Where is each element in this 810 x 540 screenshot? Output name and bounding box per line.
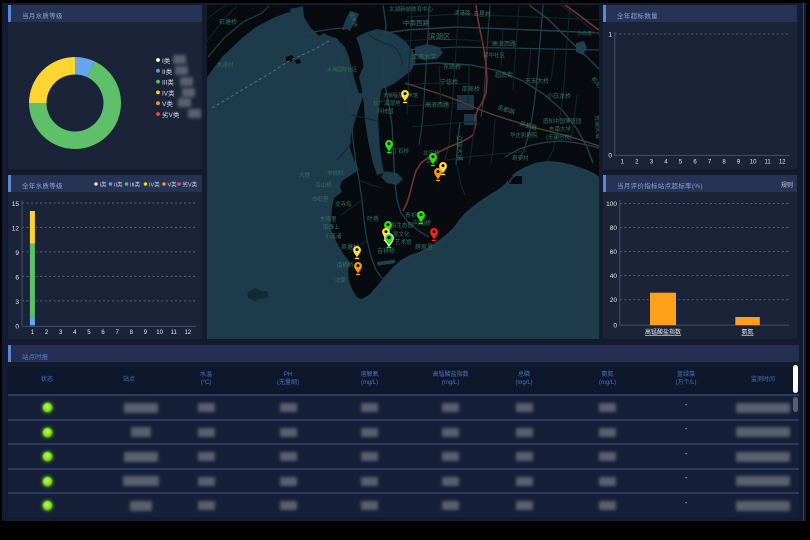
svg-text:南泰上: 南泰上	[323, 223, 340, 231]
svg-text:宁信桥: 宁信桥	[440, 78, 458, 86]
svg-text:II类: II类	[162, 67, 173, 76]
svg-text:10: 10	[156, 330, 163, 336]
svg-text:长广溪湿地: 长广溪湿地	[373, 99, 401, 107]
svg-text:邵家桥: 邵家桥	[462, 85, 480, 93]
svg-text:100: 100	[606, 201, 617, 208]
svg-text:V类: V类	[162, 99, 173, 108]
svg-text:超南街: 超南街	[495, 71, 513, 79]
svg-text:太湖新城体育中心: 太湖新城体育中心	[389, 5, 434, 13]
svg-text:1: 1	[621, 160, 625, 166]
svg-text:III类: III类	[130, 181, 141, 189]
svg-text:东鸡里: 东鸡里	[320, 215, 337, 223]
svg-text:7: 7	[708, 160, 712, 166]
svg-text:劣V类: 劣V类	[162, 110, 180, 119]
svg-text:大堤: 大堤	[299, 171, 311, 179]
svg-text:6: 6	[693, 160, 697, 166]
svg-text:(无锡分校): (无锡分校)	[546, 133, 572, 141]
svg-text:5: 5	[87, 330, 91, 336]
svg-text:高浪西路: 高浪西路	[492, 40, 516, 48]
svg-text:II类: II类	[114, 181, 123, 189]
svg-text:小溪渚: 小溪渚	[325, 232, 342, 240]
svg-text:江南大学: 江南大学	[412, 53, 436, 61]
svg-text:12: 12	[779, 160, 786, 166]
svg-text:龙寺坞: 龙寺坞	[335, 200, 352, 208]
svg-text:7: 7	[116, 330, 120, 336]
svg-text:4: 4	[73, 330, 77, 336]
svg-text:羊岐村: 羊岐村	[327, 169, 344, 177]
svg-text:11: 11	[171, 330, 178, 336]
svg-text:小白龙桥: 小白龙桥	[547, 92, 571, 100]
svg-text:20: 20	[610, 297, 618, 304]
svg-text:小白龙: 小白龙	[577, 30, 592, 37]
svg-text:IV类: IV类	[162, 88, 175, 97]
svg-text:2: 2	[635, 160, 639, 166]
svg-text:大浮村: 大浮村	[217, 61, 234, 69]
svg-text:1: 1	[31, 330, 35, 336]
svg-text:艺术馆: 艺术馆	[395, 238, 412, 246]
svg-text:渎港路: 渎港路	[454, 9, 471, 17]
svg-text:0: 0	[608, 152, 612, 159]
svg-text:沈家: 沈家	[335, 276, 347, 284]
svg-text:高锰酸盐指数: 高锰酸盐指数	[645, 328, 681, 336]
svg-text:I类: I类	[100, 181, 108, 189]
svg-text:1: 1	[608, 32, 612, 39]
svg-text:梁中社区: 梁中社区	[483, 51, 506, 59]
svg-text:南栖桥: 南栖桥	[337, 261, 354, 269]
svg-text:6: 6	[15, 274, 19, 281]
svg-text:天安大桥: 天安大桥	[525, 77, 549, 85]
svg-text:80: 80	[610, 225, 618, 232]
svg-text:无锡程及美术馆: 无锡程及美术馆	[383, 92, 418, 99]
svg-text:华庄影剧院: 华庄影剧院	[510, 131, 538, 139]
svg-text:3: 3	[15, 299, 19, 306]
svg-text:V类: V类	[168, 181, 178, 189]
svg-text:鸟山桥: 鸟山桥	[315, 181, 332, 189]
svg-text:叶巷: 叶巷	[367, 215, 379, 223]
svg-text:吴文化: 吴文化	[393, 230, 410, 238]
svg-text:吉祥桥: 吉祥桥	[377, 247, 395, 255]
svg-text:15: 15	[12, 201, 20, 208]
svg-text:5: 5	[679, 160, 683, 166]
svg-text:8: 8	[130, 330, 134, 336]
svg-text:滨湖区: 滨湖区	[428, 31, 451, 41]
svg-text:石塘桥: 石塘桥	[219, 18, 237, 26]
svg-text:I类: I类	[162, 56, 171, 65]
svg-text:0: 0	[15, 323, 19, 330]
svg-text:寿安村: 寿安村	[512, 154, 529, 162]
svg-text:6: 6	[101, 330, 105, 336]
svg-text:4: 4	[664, 160, 668, 166]
svg-text:劣V类: 劣V类	[183, 181, 198, 189]
svg-text:薛家里: 薛家里	[415, 243, 433, 251]
svg-text:10: 10	[750, 160, 757, 166]
svg-text:IV类: IV类	[149, 181, 160, 189]
svg-text:0: 0	[613, 323, 617, 330]
svg-text:感知中国博览园: 感知中国博览园	[543, 117, 582, 125]
svg-text:9: 9	[737, 160, 741, 166]
svg-text:鸟生态园: 鸟生态园	[391, 221, 414, 229]
svg-text:太湖国际社区: 太湖国际社区	[327, 66, 357, 73]
svg-text:东南大学: 东南大学	[549, 125, 572, 133]
svg-text:高浪西路: 高浪西路	[425, 101, 449, 109]
svg-text:III类: III类	[162, 78, 174, 87]
svg-text:11: 11	[764, 160, 771, 166]
svg-text:3: 3	[650, 160, 654, 166]
svg-text:60: 60	[610, 249, 618, 256]
svg-text:12: 12	[12, 225, 20, 232]
svg-text:12: 12	[184, 330, 191, 336]
svg-text:9: 9	[144, 330, 148, 336]
svg-text:五星村: 五星村	[473, 10, 491, 18]
svg-text:2: 2	[45, 330, 49, 336]
svg-text:3: 3	[59, 330, 63, 336]
svg-text:8: 8	[722, 160, 726, 166]
svg-text:东绛桥: 东绛桥	[443, 63, 461, 71]
svg-text:科技园: 科技园	[377, 107, 394, 115]
svg-text:中南西路: 中南西路	[403, 18, 430, 27]
svg-text:氨氮: 氨氮	[741, 328, 753, 336]
svg-text:9: 9	[15, 250, 19, 257]
svg-text:40: 40	[610, 273, 618, 280]
svg-text:白石里: 白石里	[312, 195, 329, 203]
